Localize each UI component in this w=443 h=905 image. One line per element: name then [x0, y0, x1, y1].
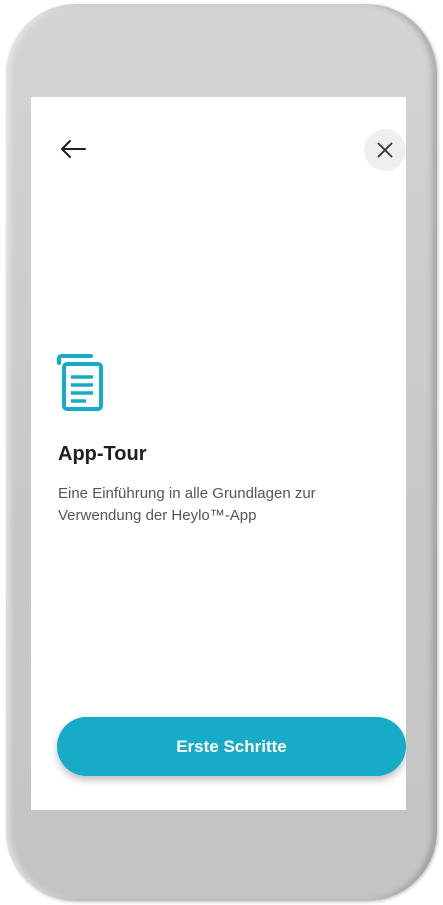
document-icon [57, 354, 103, 411]
page-description: Eine Einführung in alle Grundlagen zur V… [58, 485, 316, 524]
close-icon [377, 142, 393, 158]
arrow-left-icon [61, 140, 86, 158]
get-started-button[interactable]: Erste Schritte [57, 717, 406, 776]
page-title: App-Tour [58, 443, 147, 465]
back-button[interactable] [55, 133, 91, 165]
close-button[interactable] [364, 129, 406, 171]
app-screen: App-Tour Eine Einführung in alle Grundla… [31, 97, 406, 810]
